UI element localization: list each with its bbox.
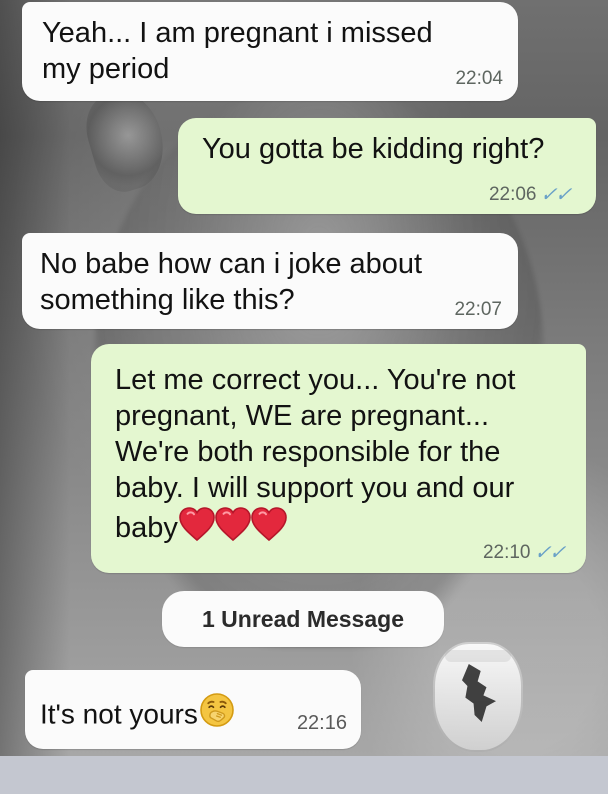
face-with-hand-over-mouth-icon — [197, 693, 236, 739]
message-meta: 22:06 ✓✓ — [488, 184, 576, 206]
red-heart-icon — [213, 506, 253, 553]
message-text-content: It's not yours — [40, 698, 198, 730]
outgoing-message-bubble[interactable]: Let me correct you... You're not pregnan… — [91, 344, 586, 573]
message-meta: 22:16 — [297, 713, 347, 733]
red-heart-icon — [249, 506, 289, 553]
read-receipt-icon: ✓✓ — [532, 542, 570, 564]
message-time: 22:10 — [482, 542, 531, 563]
read-receipt-icon: ✓✓ — [538, 184, 576, 206]
unread-message-badge: 1 Unread Message — [162, 591, 444, 647]
message-time: 22:04 — [455, 68, 503, 89]
message-time: 22:06 — [488, 184, 537, 205]
message-list: Yeah... I am pregnant i missed my period… — [0, 0, 608, 756]
message-time: 22:16 — [296, 712, 347, 734]
outgoing-message-bubble[interactable]: You gotta be kidding right? 22:06 ✓✓ — [178, 118, 596, 214]
incoming-message-bubble[interactable]: It's not yours 22:16 — [25, 670, 361, 749]
message-text: No babe how can i joke about something l… — [40, 248, 423, 316]
message-meta: 22:07 — [454, 300, 502, 320]
red-heart-icon — [177, 506, 217, 553]
message-text-content: Let me correct you... You're not pregnan… — [115, 364, 516, 545]
message-text: Let me correct you... You're not pregnan… — [115, 362, 568, 553]
incoming-message-bubble[interactable]: No babe how can i joke about something l… — [22, 233, 518, 329]
message-text: You gotta be kidding right? — [202, 133, 545, 165]
incoming-message-bubble[interactable]: Yeah... I am pregnant i missed my period… — [22, 2, 518, 101]
message-meta: 22:04 — [455, 69, 503, 89]
message-meta: 22:10 ✓✓ — [482, 542, 570, 564]
unread-message-label: 1 Unread Message — [202, 605, 404, 632]
message-text: Yeah... I am pregnant i missed my period — [42, 17, 433, 85]
message-time: 22:07 — [454, 299, 502, 320]
bottom-bar — [0, 756, 608, 794]
chat-screen: Yeah... I am pregnant i missed my period… — [0, 0, 608, 794]
